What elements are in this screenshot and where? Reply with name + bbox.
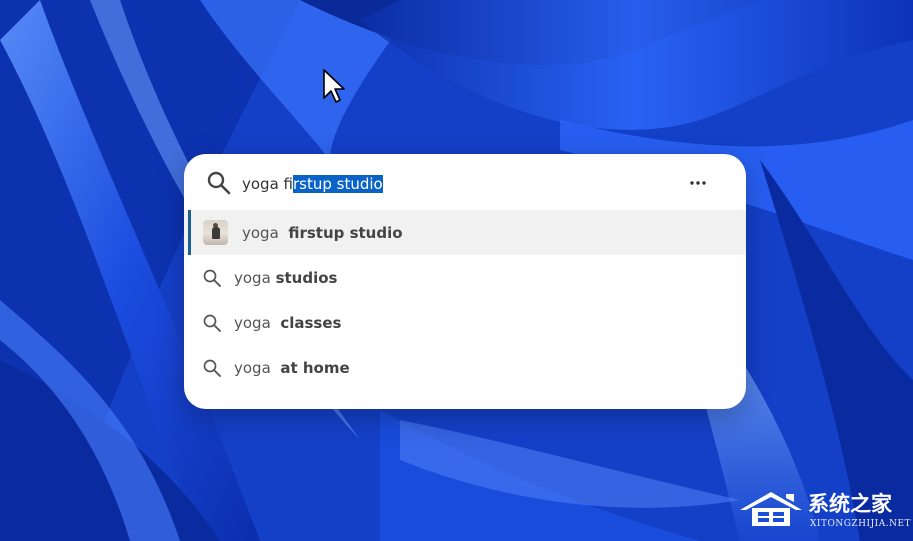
suggestion-label: yoga classes bbox=[234, 314, 342, 332]
house-logo-icon bbox=[740, 492, 802, 526]
suggestion-thumbnail bbox=[203, 220, 228, 245]
search-icon bbox=[203, 359, 221, 377]
search-panel: yoga firstup studio yoga firstup studio bbox=[184, 154, 746, 409]
search-query-autocomplete: rstup studio bbox=[292, 175, 383, 193]
search-icon bbox=[207, 171, 231, 195]
suggestion-item[interactable]: yoga studios bbox=[184, 255, 746, 300]
suggestion-label: yoga at home bbox=[234, 359, 350, 377]
more-options-button[interactable] bbox=[680, 170, 716, 196]
suggestion-label: yoga firstup studio bbox=[242, 224, 403, 242]
search-bar[interactable]: yoga firstup studio bbox=[184, 154, 746, 212]
watermark-subtitle: XITONGZHIJIA.NET bbox=[810, 519, 912, 529]
suggestion-label: yoga studios bbox=[234, 269, 338, 287]
search-input[interactable]: yoga firstup studio bbox=[242, 172, 383, 196]
desktop: yoga firstup studio yoga firstup studio bbox=[0, 0, 913, 541]
search-icon bbox=[203, 314, 221, 332]
watermark: 系统之家 XITONGZHIJIA.NET bbox=[738, 486, 912, 536]
mouse-cursor-icon bbox=[323, 69, 345, 103]
suggestion-item[interactable]: yoga classes bbox=[184, 300, 746, 345]
more-horizontal-icon bbox=[690, 181, 706, 185]
suggestion-item[interactable]: yoga firstup studio bbox=[184, 210, 746, 255]
watermark-title: 系统之家 bbox=[808, 492, 892, 516]
search-icon bbox=[203, 269, 221, 287]
search-query-typed: yoga fi bbox=[242, 175, 293, 193]
suggestion-list: yoga firstup studio yoga studios yoga cl… bbox=[184, 210, 746, 390]
suggestion-item[interactable]: yoga at home bbox=[184, 345, 746, 390]
